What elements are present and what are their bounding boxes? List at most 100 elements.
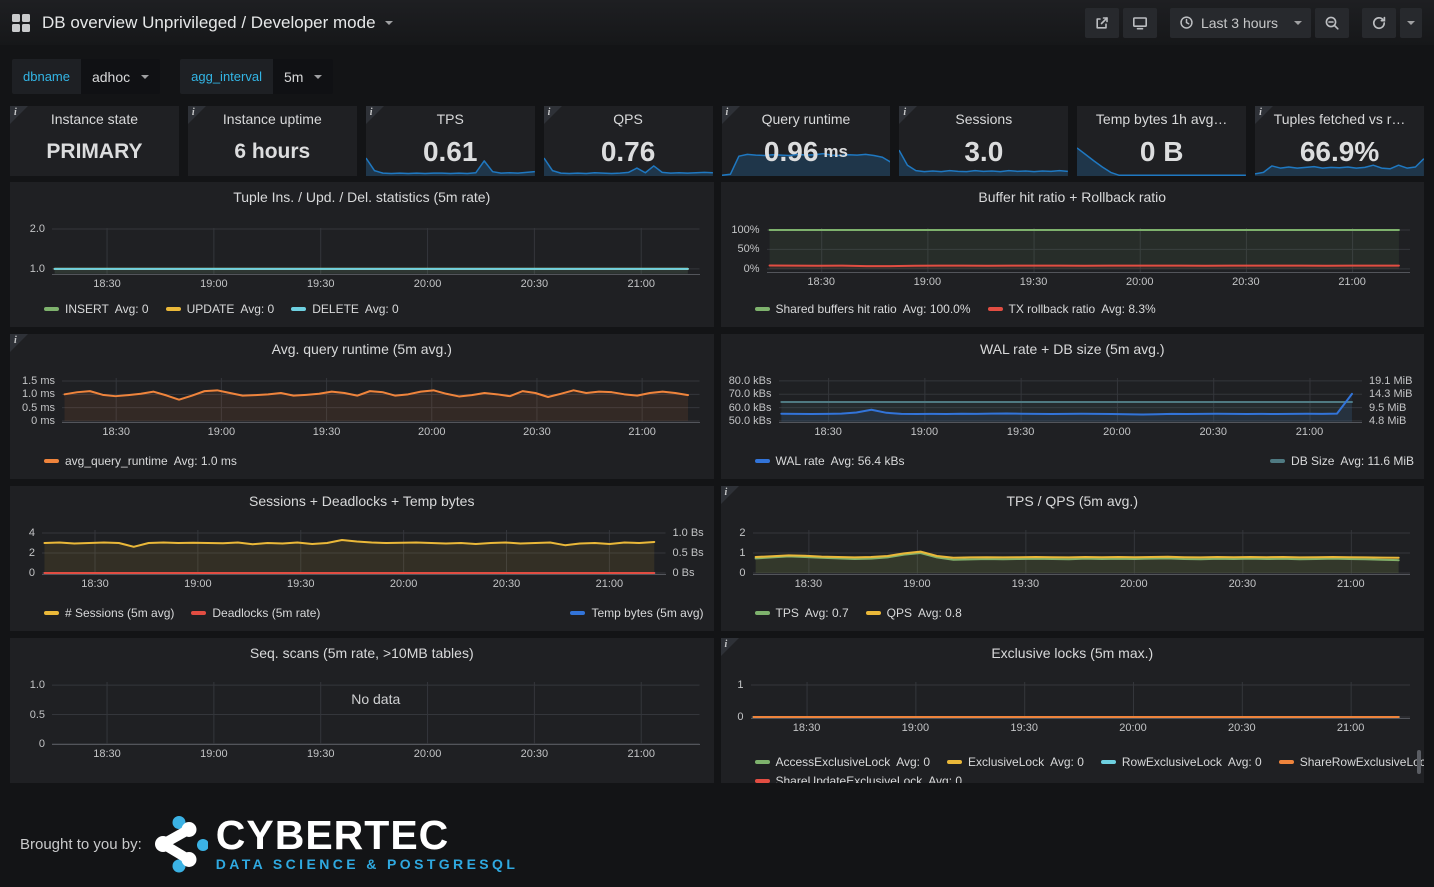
y-axis-label-right: 0 Bs: [673, 567, 695, 579]
legend-series-avg: Avg: 1.0 ms: [174, 454, 237, 468]
info-corner[interactable]: [10, 106, 28, 124]
y-axis-label: 0.5 ms: [22, 402, 55, 414]
chart-title[interactable]: Tuple Ins. / Upd. / Del. statistics (5m …: [10, 182, 714, 205]
legend-row: AccessExclusiveLockAvg: 0 ExclusiveLockAv…: [755, 752, 1415, 771]
stat-title[interactable]: TPS: [366, 111, 535, 127]
x-axis-label: 20:30: [1232, 276, 1260, 288]
plot-area: 10: [751, 682, 1411, 719]
legend-item-shareupdateexclusivelock[interactable]: ShareUpdateExclusiveLockAvg: 0: [755, 774, 963, 784]
info-corner[interactable]: [721, 486, 739, 504]
legend-scrollbar[interactable]: [1417, 750, 1421, 774]
x-axis-label: 18:30: [93, 278, 121, 290]
x-axis-label: 19:30: [1007, 426, 1035, 438]
variable-value-dropdown[interactable]: 5m: [273, 59, 333, 94]
variable-value-dropdown[interactable]: adhoc: [81, 59, 160, 94]
info-corner[interactable]: [1255, 106, 1273, 124]
legend-item-exclusivelock[interactable]: ExclusiveLockAvg: 0: [947, 755, 1084, 769]
legend-item-accessexclusivelock[interactable]: AccessExclusiveLockAvg: 0: [755, 755, 931, 769]
legend-series-avg: Avg: 8.3%: [1101, 302, 1155, 316]
chart-title[interactable]: Sessions + Deadlocks + Temp bytes: [10, 486, 714, 509]
refresh-button[interactable]: [1362, 8, 1396, 38]
footer: Brought to you by: CYBERTEC DATA SCIENCE…: [20, 815, 518, 873]
time-range-picker[interactable]: Last 3 hours: [1170, 8, 1311, 38]
stat-title[interactable]: Query runtime: [722, 111, 891, 127]
legend-swatch: [947, 760, 962, 764]
legend-item-db-size[interactable]: DB SizeAvg: 11.6 MiB: [1270, 454, 1414, 468]
stat-title[interactable]: Tuples fetched vs r…: [1255, 111, 1424, 127]
legend-item-update[interactable]: UPDATEAvg: 0: [166, 302, 275, 316]
chart-title[interactable]: Exclusive locks (5m max.): [721, 638, 1425, 661]
chart-title[interactable]: Avg. query runtime (5m avg.): [10, 334, 714, 357]
y-axis-label: 0%: [744, 263, 760, 275]
info-corner[interactable]: [721, 638, 739, 656]
legend-item-avg-query-runtime[interactable]: avg_query_runtimeAvg: 1.0 ms: [44, 454, 237, 468]
legend-item--sessions-5m-avg-[interactable]: # Sessions (5m avg): [44, 606, 174, 620]
y-axis-label-right: 0.5 Bs: [673, 547, 704, 559]
legend-item-wal-rate[interactable]: WAL rateAvg: 56.4 kBs: [755, 454, 905, 468]
legend-item-deadlocks-5m-rate-[interactable]: Deadlocks (5m rate): [191, 606, 320, 620]
x-axis-labels: 18:3019:0019:3020:0020:3021:00: [52, 278, 700, 291]
y-axis-label: 1.0: [30, 263, 45, 275]
info-icon: i: [192, 107, 195, 118]
cybertec-molecule-icon: [152, 815, 208, 873]
info-corner[interactable]: [899, 106, 917, 124]
x-axis-label: 19:30: [1012, 578, 1040, 590]
legend-series-name: Temp bytes (5m avg): [591, 606, 703, 620]
info-icon: i: [1259, 107, 1262, 118]
zoom-out-button[interactable]: [1315, 8, 1349, 38]
y-axis-label: 0: [737, 711, 743, 723]
legend-item-tx-rollback-ratio[interactable]: TX rollback ratio Avg: 8.3%: [988, 302, 1156, 316]
legend-item-delete[interactable]: DELETEAvg: 0: [291, 302, 399, 316]
x-axis-label: 19:00: [911, 426, 939, 438]
legend-row: WAL rateAvg: 56.4 kBs DB SizeAvg: 11.6 Mi…: [755, 451, 1415, 470]
info-corner[interactable]: [366, 106, 384, 124]
legend-series-avg: Avg: 0.7: [805, 606, 849, 620]
info-corner[interactable]: [722, 106, 740, 124]
chart-panel-tuple-stats: Tuple Ins. / Upd. / Del. statistics (5m …: [10, 182, 714, 327]
stat-title[interactable]: Instance uptime: [188, 111, 357, 127]
stat-panel-6: iSessions3.0: [899, 106, 1068, 176]
x-axis-label: 18:30: [93, 748, 121, 760]
dashboards-icon[interactable]: [12, 14, 30, 32]
legend-series-name: TX rollback ratio: [1009, 302, 1096, 316]
plot-area: 1.00.50No data: [52, 682, 700, 745]
legend-item-sharerowexclusivelock[interactable]: ShareRowExclusiveLockAvg: 0: [1279, 755, 1424, 769]
info-corner[interactable]: [10, 334, 28, 352]
stat-title[interactable]: Instance state: [10, 111, 179, 127]
info-corner[interactable]: [188, 106, 206, 124]
legend-series-avg: Avg: 0: [1050, 755, 1084, 769]
stat-panel-7: Temp bytes 1h avg…0 B: [1077, 106, 1246, 176]
legend-swatch: [755, 307, 770, 311]
legend-item-shared-buffers-hit-ratio[interactable]: Shared buffers hit ratioAvg: 100.0%: [755, 302, 971, 316]
share-button[interactable]: [1085, 8, 1119, 38]
stat-panel-4: iQPS0.76: [544, 106, 713, 176]
legend-swatch: [191, 611, 206, 615]
legend-item-rowexclusivelock[interactable]: RowExclusiveLockAvg: 0: [1101, 755, 1262, 769]
variable-dbname[interactable]: dbname adhoc: [12, 59, 160, 94]
chart-title[interactable]: TPS / QPS (5m avg.): [721, 486, 1425, 509]
legend-series-name: ShareRowExclusiveLock: [1300, 755, 1424, 769]
x-axis-labels: 18:3019:0019:3020:0020:3021:00: [767, 276, 1411, 289]
legend-item-qps[interactable]: QPSAvg: 0.8: [866, 606, 962, 620]
legend-item-insert[interactable]: INSERTAvg: 0: [44, 302, 149, 316]
stat-title[interactable]: QPS: [544, 111, 713, 127]
y-axis-label: 0 ms: [31, 415, 55, 427]
info-corner[interactable]: [544, 106, 562, 124]
chart-panel-exclusive-locks: iExclusive locks (5m max.)1018:3019:0019…: [721, 638, 1425, 783]
chart-title[interactable]: Seq. scans (5m rate, >10MB tables): [10, 638, 714, 661]
chart-title[interactable]: Buffer hit ratio + Rollback ratio: [721, 182, 1425, 205]
refresh-interval-button[interactable]: [1400, 8, 1422, 38]
plot-area: 100%50%0%: [767, 228, 1411, 273]
y-axis-label: 1.0 ms: [22, 388, 55, 400]
stat-title[interactable]: Sessions: [899, 111, 1068, 127]
legend: INSERTAvg: 0 UPDATEAvg: 0 DELETEAvg: 0: [44, 299, 704, 318]
legend-item-temp-bytes-5m-avg-[interactable]: Temp bytes (5m avg): [570, 606, 703, 620]
variable-agg-interval[interactable]: agg_interval 5m: [180, 59, 333, 94]
tv-mode-button[interactable]: [1123, 8, 1157, 38]
chart-title[interactable]: WAL rate + DB size (5m avg.): [721, 334, 1425, 357]
dashboard-title[interactable]: DB overview Unprivileged / Developer mod…: [42, 13, 376, 33]
stat-title[interactable]: Temp bytes 1h avg…: [1077, 111, 1246, 127]
legend-item-tps[interactable]: TPSAvg: 0.7: [755, 606, 849, 620]
x-axis-label: 19:00: [200, 278, 228, 290]
legend-series-avg: Avg: 0: [240, 302, 274, 316]
